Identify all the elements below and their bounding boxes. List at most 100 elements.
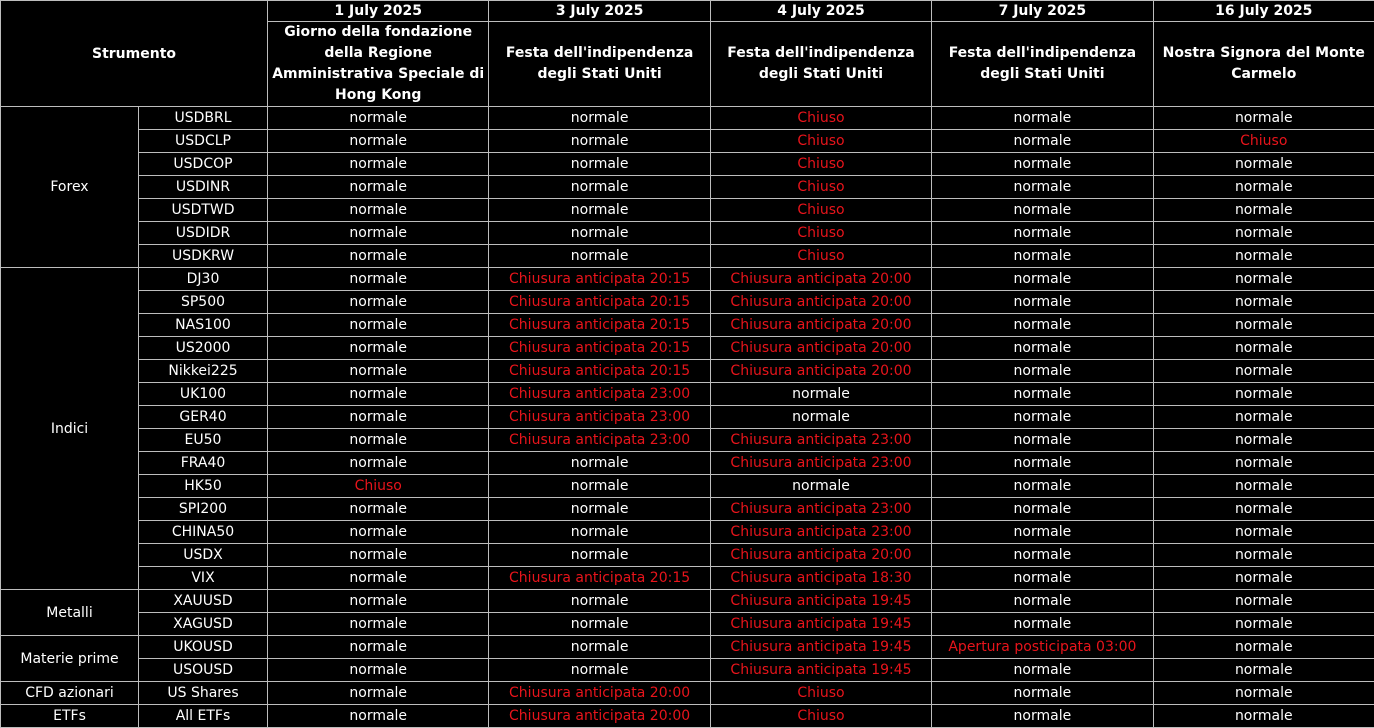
status-cell: normale	[489, 475, 710, 498]
instrument-cell: USOUSD	[139, 659, 268, 682]
status-cell: Chiusura anticipata 19:45	[710, 613, 931, 636]
status-cell: normale	[1153, 383, 1374, 406]
instrument-cell: EU50	[139, 429, 268, 452]
status-cell: Chiusura anticipata 20:00	[710, 314, 931, 337]
status-cell: normale	[932, 475, 1153, 498]
status-cell: normale	[1153, 544, 1374, 567]
status-cell: normale	[1153, 314, 1374, 337]
table-row: US2000normaleChiusura anticipata 20:15Ch…	[1, 337, 1374, 360]
instrument-cell: VIX	[139, 567, 268, 590]
instrument-cell: DJ30	[139, 268, 268, 291]
table-row: USDKRWnormalenormaleChiusonormalenormale	[1, 245, 1374, 268]
status-cell: normale	[1153, 268, 1374, 291]
status-cell: normale	[710, 406, 931, 429]
instrument-cell: USDINR	[139, 176, 268, 199]
status-cell: Chiusura anticipata 20:00	[489, 705, 710, 728]
status-cell: Chiusura anticipata 20:00	[710, 268, 931, 291]
status-cell: normale	[932, 153, 1153, 176]
instrument-cell: SP500	[139, 291, 268, 314]
date-header-3: 4 July 2025	[710, 1, 931, 22]
status-cell: normale	[932, 705, 1153, 728]
date-header-5: 16 July 2025	[1153, 1, 1374, 22]
table-row: SP500normaleChiusura anticipata 20:15Chi…	[1, 291, 1374, 314]
status-cell: normale	[1153, 222, 1374, 245]
status-cell: Chiusura anticipata 20:15	[489, 337, 710, 360]
status-cell: normale	[268, 337, 489, 360]
holiday-header-4: Festa dell'indipendenza degli Stati Unit…	[932, 22, 1153, 107]
instrument-header: Strumento	[1, 1, 268, 107]
status-cell: normale	[1153, 360, 1374, 383]
status-cell: Chiuso	[710, 705, 931, 728]
status-cell: normale	[1153, 705, 1374, 728]
instrument-cell: NAS100	[139, 314, 268, 337]
status-cell: normale	[932, 383, 1153, 406]
instrument-cell: HK50	[139, 475, 268, 498]
status-cell: normale	[268, 383, 489, 406]
status-cell: normale	[489, 452, 710, 475]
status-cell: normale	[268, 268, 489, 291]
table-row: NAS100normaleChiusura anticipata 20:15Ch…	[1, 314, 1374, 337]
instrument-cell: SPI200	[139, 498, 268, 521]
status-cell: normale	[268, 130, 489, 153]
status-cell: normale	[489, 636, 710, 659]
status-cell: normale	[268, 153, 489, 176]
status-cell: normale	[268, 521, 489, 544]
date-header-row: Strumento 1 July 2025 3 July 2025 4 July…	[1, 1, 1374, 22]
status-cell: normale	[710, 475, 931, 498]
instrument-cell: FRA40	[139, 452, 268, 475]
status-cell: normale	[268, 452, 489, 475]
status-cell: Chiusura anticipata 19:45	[710, 659, 931, 682]
status-cell: normale	[489, 130, 710, 153]
status-cell: Chiuso	[710, 176, 931, 199]
status-cell: normale	[932, 682, 1153, 705]
table-row: UK100normaleChiusura anticipata 23:00nor…	[1, 383, 1374, 406]
instrument-cell: All ETFs	[139, 705, 268, 728]
status-cell: normale	[932, 176, 1153, 199]
status-cell: normale	[489, 521, 710, 544]
instrument-cell: UKOUSD	[139, 636, 268, 659]
status-cell: normale	[489, 590, 710, 613]
status-cell: normale	[268, 567, 489, 590]
status-cell: normale	[268, 360, 489, 383]
status-cell: Chiuso	[710, 222, 931, 245]
status-cell: Chiusura anticipata 20:15	[489, 360, 710, 383]
instrument-cell: USDTWD	[139, 199, 268, 222]
status-cell: Chiusura anticipata 23:00	[710, 452, 931, 475]
table-row: USDCLPnormalenormaleChiusonormaleChiuso	[1, 130, 1374, 153]
table-row: USOUSDnormalenormaleChiusura anticipata …	[1, 659, 1374, 682]
instrument-cell: USDCLP	[139, 130, 268, 153]
table-row: USDCOPnormalenormaleChiusonormalenormale	[1, 153, 1374, 176]
status-cell: normale	[268, 314, 489, 337]
status-cell: Chiuso	[268, 475, 489, 498]
status-cell: Chiuso	[710, 682, 931, 705]
status-cell: Chiusura anticipata 20:00	[710, 360, 931, 383]
status-cell: normale	[489, 199, 710, 222]
status-cell: normale	[268, 590, 489, 613]
status-cell: normale	[1153, 153, 1374, 176]
instrument-cell: USDIDR	[139, 222, 268, 245]
status-cell: normale	[489, 107, 710, 130]
status-cell: Chiuso	[710, 107, 931, 130]
category-cell: Forex	[1, 107, 139, 268]
status-cell: normale	[932, 268, 1153, 291]
status-cell: Chiuso	[710, 153, 931, 176]
status-cell: normale	[932, 429, 1153, 452]
category-cell: Indici	[1, 268, 139, 590]
instrument-cell: US Shares	[139, 682, 268, 705]
status-cell: normale	[932, 291, 1153, 314]
status-cell: normale	[1153, 107, 1374, 130]
status-cell: normale	[932, 314, 1153, 337]
table-row: VIXnormaleChiusura anticipata 20:15Chius…	[1, 567, 1374, 590]
status-cell: normale	[1153, 498, 1374, 521]
instrument-cell: US2000	[139, 337, 268, 360]
status-cell: normale	[268, 498, 489, 521]
category-cell: Materie prime	[1, 636, 139, 682]
instrument-cell: GER40	[139, 406, 268, 429]
status-cell: normale	[1153, 475, 1374, 498]
instrument-cell: USDCOP	[139, 153, 268, 176]
status-cell: Chiusura anticipata 19:45	[710, 590, 931, 613]
date-header-2: 3 July 2025	[489, 1, 710, 22]
status-cell: normale	[268, 107, 489, 130]
status-cell: normale	[489, 659, 710, 682]
table-row: IndiciDJ30normaleChiusura anticipata 20:…	[1, 268, 1374, 291]
